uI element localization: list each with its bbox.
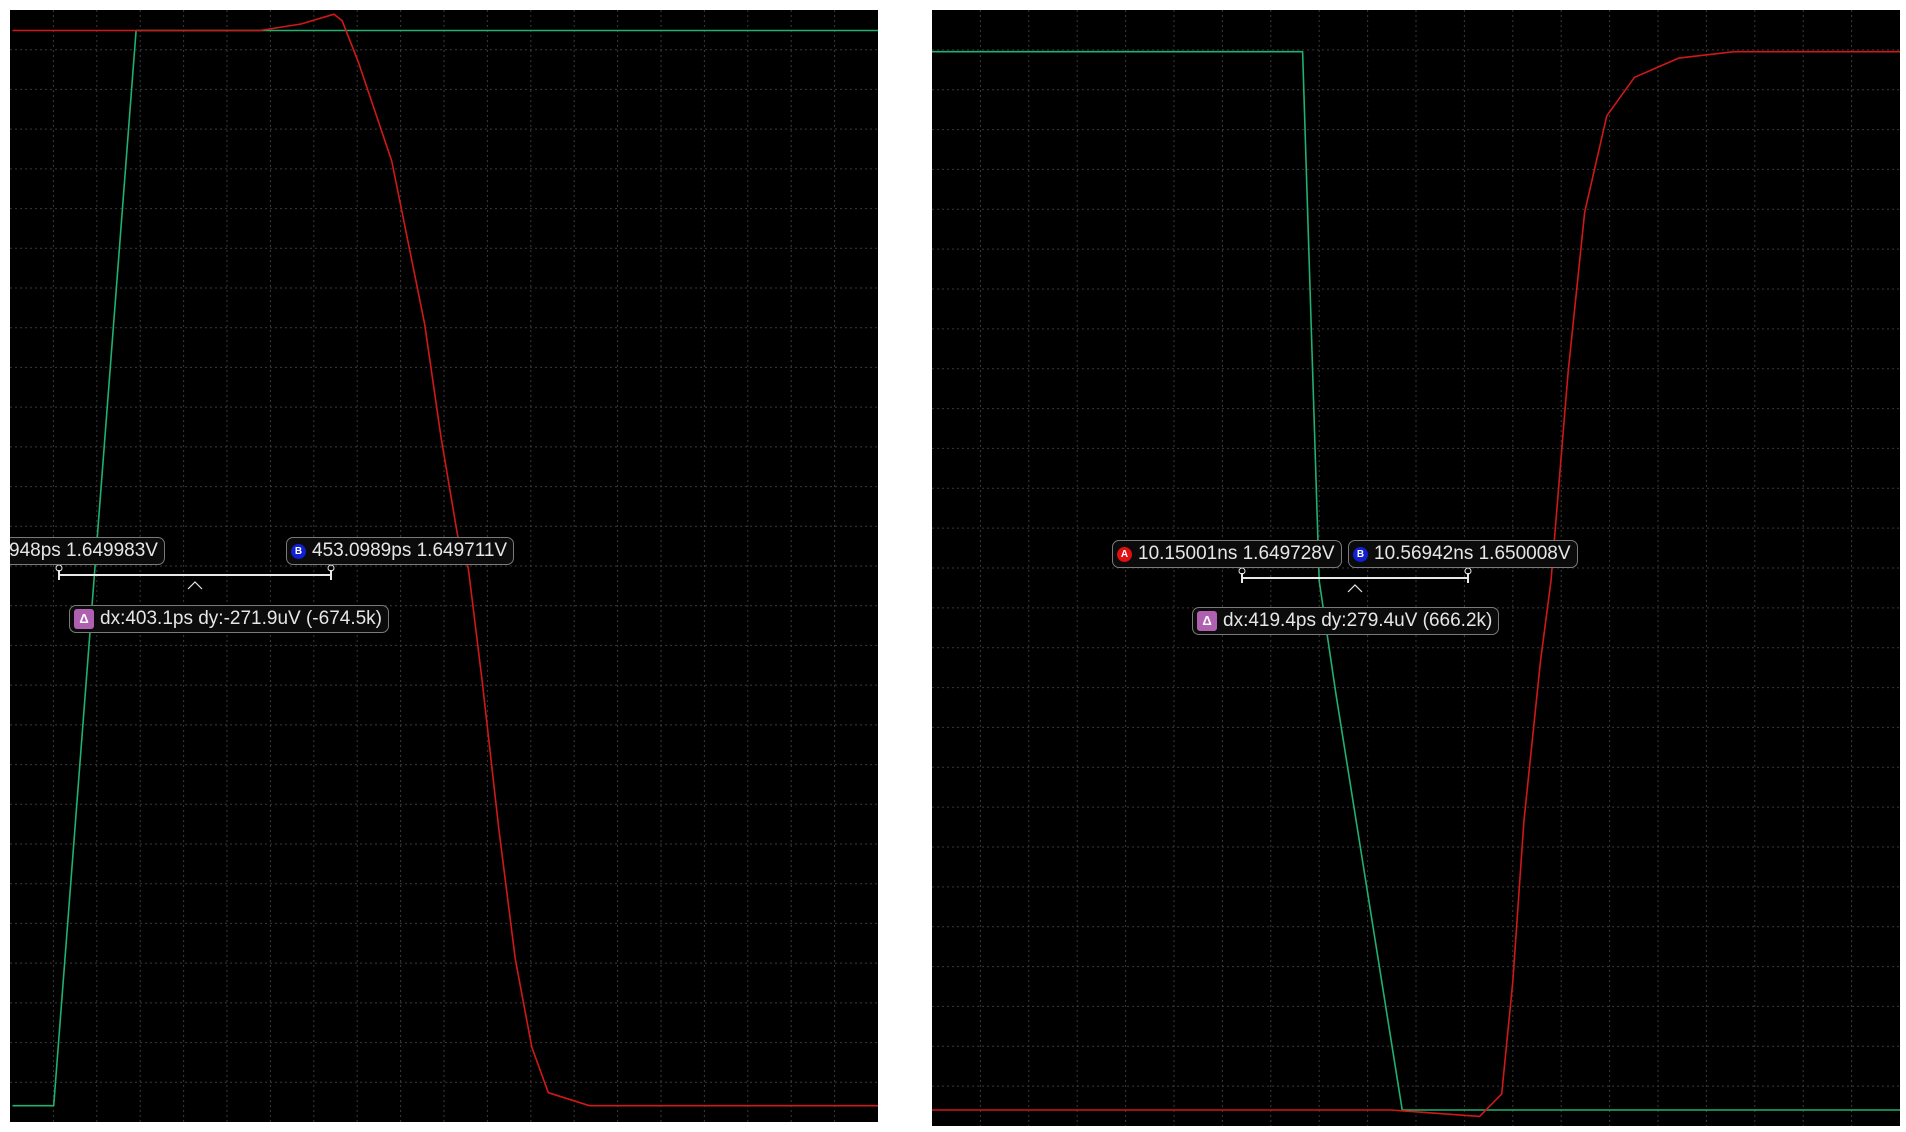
delta-marker-icon: Δ [1197, 611, 1217, 631]
delta-marker-icon: Δ [74, 609, 94, 629]
delta-pointer-icon [187, 581, 203, 590]
measure-arm [1238, 567, 1472, 593]
delta-label-right[interactable]: Δ dx:419.4ps dy:279.4uV (666.2k) [1192, 607, 1500, 635]
delta-readout: dx:403.1ps dy:-271.9uV (-674.5k) [100, 608, 383, 629]
grid [10, 10, 878, 1122]
cursor-a-label-right[interactable]: A 10.15001ns 1.649728V [1112, 540, 1342, 568]
waveform-panel-right[interactable]: A 10.15001ns 1.649728V B 10.56942ns 1.65… [932, 10, 1900, 1126]
cursor-a-marker-icon: A [1117, 546, 1132, 562]
cursor-b-marker-icon: B [291, 543, 306, 559]
cursor-b-readout: 453.0989ps 1.649711V [312, 540, 508, 561]
delta-readout: dx:419.4ps dy:279.4uV (666.2k) [1223, 610, 1493, 631]
delta-pointer-icon [1347, 584, 1363, 593]
cursor-b-readout: 10.56942ns 1.650008V [1374, 543, 1571, 564]
cursor-a-label-left[interactable]: 948ps 1.649983V [10, 537, 165, 565]
delta-label-left[interactable]: Δ dx:403.1ps dy:-271.9uV (-674.5k) [69, 605, 390, 633]
grid [932, 10, 1900, 1126]
waveform-panel-left[interactable]: 948ps 1.649983V B 453.0989ps 1.649711V Δ… [10, 10, 878, 1122]
cursor-b-label-right[interactable]: B 10.56942ns 1.650008V [1348, 540, 1578, 568]
waveform-plot-right[interactable] [932, 10, 1900, 1126]
cursor-b-label-left[interactable]: B 453.0989ps 1.649711V [286, 537, 515, 565]
cursor-b-marker-icon: B [1353, 546, 1368, 562]
measure-arm [55, 564, 335, 590]
cursor-a-readout: 948ps 1.649983V [10, 540, 158, 561]
cursor-a-readout: 10.15001ns 1.649728V [1138, 543, 1335, 564]
waveform-plot-left[interactable] [10, 10, 878, 1122]
